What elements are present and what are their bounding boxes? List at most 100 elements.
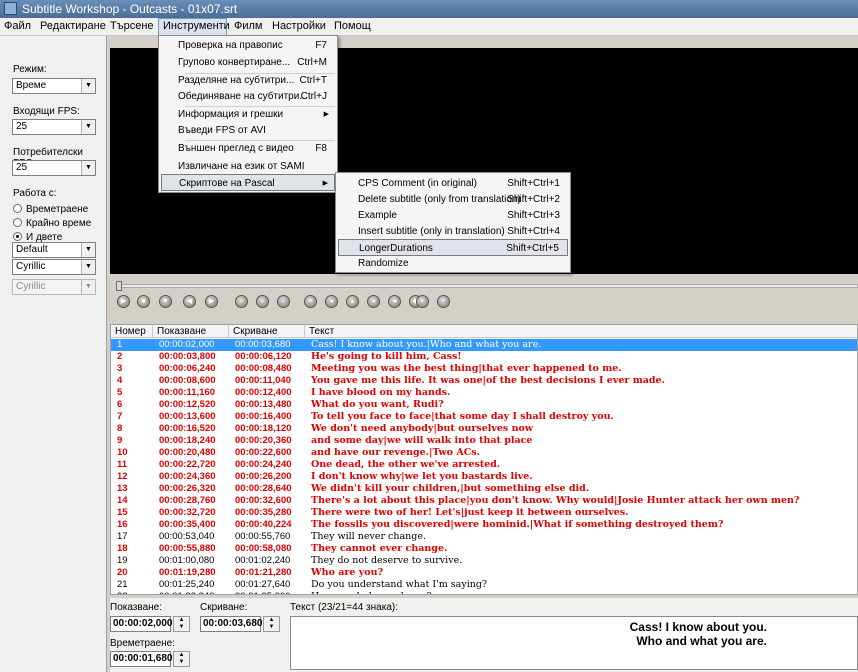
menu-item-fps-from-avi[interactable]: Въведи FPS от AVI	[161, 122, 335, 139]
table-row[interactable]: 6 00:00:12,520 00:00:13,480 What do you wan…	[111, 399, 857, 411]
table-row[interactable]: 19 00:01:00,080 00:01:02,240 They do not de…	[111, 555, 857, 567]
menu-item-sami-extract[interactable]: Извличане на език от SAMI	[161, 158, 335, 175]
mode-combo[interactable]: Време ▼	[12, 78, 96, 94]
table-row[interactable]: 8 00:00:16,520 00:00:18,120 We don't need a…	[111, 423, 857, 435]
table-row[interactable]: 9 00:00:18,240 00:00:20,360 and some day|we…	[111, 435, 857, 447]
radio-end-time[interactable]: Крайно време	[13, 218, 91, 229]
table-row[interactable]: 22 00:01:32,840 00:01:35,000 How much do yo…	[111, 591, 857, 594]
col-show[interactable]: Показване	[153, 325, 229, 338]
row-hide-time: 00:00:28,640	[235, 483, 292, 494]
table-row[interactable]: 12 00:00:24,360 00:00:26,200 I don't know w…	[111, 471, 857, 483]
duration-input[interactable]: 00:00:01,680	[110, 651, 173, 667]
sync-icon[interactable]: •	[437, 295, 450, 308]
show-time-input[interactable]: 00:00:02,000	[110, 616, 173, 632]
radio-duration-label: Времетраене	[26, 204, 89, 215]
rewind-icon[interactable]: «	[235, 295, 248, 308]
step-down-icon[interactable]: ▼	[159, 295, 172, 308]
fast-forward-icon[interactable]: »	[256, 295, 269, 308]
set-end-icon[interactable]: ◂	[388, 295, 401, 308]
start-subtitle-icon[interactable]: ◂	[325, 295, 338, 308]
stop-icon[interactable]: ■	[137, 295, 150, 308]
input-fps-combo[interactable]: 25 ▼	[12, 119, 96, 135]
back-icon[interactable]: ◀	[183, 295, 196, 308]
user-fps-value: 25	[16, 162, 28, 173]
menu-file[interactable]: Файл	[0, 18, 35, 36]
user-fps-combo[interactable]: 25 ▼	[12, 160, 96, 176]
script-randomize[interactable]: Randomize	[338, 255, 568, 272]
menu-item-external-preview[interactable]: Външен преглед с видео F8	[161, 140, 335, 157]
row-show-time: 00:00:35,400	[159, 519, 216, 530]
show-spin[interactable]: ▲ ▼	[173, 616, 190, 632]
table-row[interactable]: 16 00:00:35,400 00:00:40,224 The fossils yo…	[111, 519, 857, 531]
forward-icon[interactable]: ▶	[205, 295, 218, 308]
col-hide[interactable]: Скриване	[229, 325, 305, 338]
subtitle-grid[interactable]: Номер Показване Скриване Текст 1 00:00:02…	[110, 324, 858, 595]
table-row[interactable]: 11 00:00:22,720 00:00:24,240 One dead, the …	[111, 459, 857, 471]
play-icon[interactable]: ▶	[117, 295, 130, 308]
set-start-icon[interactable]: ◂	[367, 295, 380, 308]
menu-settings[interactable]: Настройки	[268, 18, 330, 36]
row-hide-time: 00:00:11,040	[235, 375, 291, 386]
row-show-time: 00:00:02,000	[159, 339, 215, 350]
duration-spin[interactable]: ▲ ▼	[173, 651, 190, 667]
chevron-down-icon: ▼	[81, 243, 95, 257]
menu-tools[interactable]: Инструменти	[158, 18, 230, 36]
table-row[interactable]: 10 00:00:20,480 00:00:22,600 and have our r…	[111, 447, 857, 459]
table-row[interactable]: 4 00:00:08,600 00:00:11,040 You gave me thi…	[111, 375, 857, 387]
table-row[interactable]: 13 00:00:26,320 00:00:28,640 We didn't kill…	[111, 483, 857, 495]
row-show-time: 00:01:00,080	[159, 555, 215, 566]
table-row[interactable]: 14 00:00:28,760 00:00:32,600 There's a lot …	[111, 495, 857, 507]
edit-panel: Показване: 00:00:02,000 ▲ ▼ Скриване: 00:…	[110, 598, 858, 672]
row-show-time: 00:01:25,240	[159, 579, 215, 590]
col-text[interactable]: Текст	[305, 325, 857, 338]
table-row[interactable]: 17 00:00:53,040 00:00:55,760 They will neve…	[111, 531, 857, 543]
table-row[interactable]: 1 00:00:02,000 00:00:03,680 Cass! I know ab…	[111, 339, 857, 351]
next-frame-icon[interactable]: ›	[277, 295, 290, 308]
sync-icon[interactable]: •	[416, 295, 429, 308]
table-row[interactable]: 5 00:00:11,160 00:00:12,400 I have blood on…	[111, 387, 857, 399]
row-hide-time: 00:00:26,200	[235, 471, 292, 482]
seek-bar[interactable]	[116, 281, 858, 291]
charset-value: Cyrillic	[16, 261, 46, 272]
table-row[interactable]: 15 00:00:32,720 00:00:35,280 There were two…	[111, 507, 857, 519]
row-text: They do not deserve to survive.	[311, 555, 463, 566]
table-row[interactable]: 3 00:00:06,240 00:00:08,480 Meeting you was…	[111, 363, 857, 375]
chevron-down-icon: ▼	[81, 260, 95, 274]
menu-item-pascal-scripts[interactable]: Скриптове на Pascal ▶	[161, 174, 335, 191]
menu-help[interactable]: Помощ	[330, 18, 375, 36]
script-cps-comment[interactable]: CPS Comment (in original) Shift+Ctrl+1	[338, 175, 568, 192]
table-row[interactable]: 7 00:00:13,600 00:00:16,400 To tell you fac…	[111, 411, 857, 423]
menu-search[interactable]: Търсене	[106, 18, 158, 36]
menu-edit[interactable]: Редактиране	[36, 18, 110, 36]
script-delete-subtitle[interactable]: Delete subtitle (only from translation) S…	[338, 191, 568, 208]
radio-duration[interactable]: Времетраене	[13, 204, 88, 215]
row-number: 16	[117, 519, 128, 530]
table-row[interactable]: 18 00:00:55,880 00:00:58,080 They cannot ev…	[111, 543, 857, 555]
menu-item-split[interactable]: Разделяне на субтитри... Ctrl+T	[161, 72, 335, 89]
subtitle-text-box[interactable]: Cass! I know about you. Who and what you…	[290, 616, 858, 670]
hide-spin[interactable]: ▲ ▼	[263, 616, 280, 632]
script-insert-subtitle[interactable]: Insert subtitle (only in translation) Shi…	[338, 223, 568, 240]
table-row[interactable]: 20 00:01:19,280 00:01:21,280 Who are you?	[111, 567, 857, 579]
table-row[interactable]: 21 00:01:25,240 00:01:27,640 Do you underst…	[111, 579, 857, 591]
script-example[interactable]: Example Shift+Ctrl+3	[338, 207, 568, 224]
end-subtitle-icon[interactable]: ▴	[346, 295, 359, 308]
set-times-icon[interactable]: ≡	[304, 295, 317, 308]
row-text: We don't need anybody|but ourselves now	[311, 423, 533, 434]
script-longer-durations[interactable]: LongerDurations Shift+Ctrl+5	[338, 239, 568, 256]
style-combo[interactable]: Default ▼	[12, 242, 96, 258]
menu-item-batch-convert[interactable]: Групово конвертиране... Ctrl+M	[161, 54, 335, 71]
row-show-time: 00:00:53,040	[159, 531, 215, 542]
menu-movie[interactable]: Филм	[230, 18, 267, 36]
seek-thumb[interactable]	[116, 281, 122, 291]
show-label: Показване:	[110, 602, 163, 613]
col-number[interactable]: Номер	[111, 325, 153, 338]
row-number: 21	[117, 579, 128, 590]
charset-combo[interactable]: Cyrillic ▼	[12, 259, 96, 275]
menu-item-spellcheck[interactable]: Проверка на правопис F7	[161, 37, 335, 54]
row-number: 9	[117, 435, 123, 446]
hide-time-input[interactable]: 00:00:03,680	[200, 616, 263, 632]
menu-item-info-errors[interactable]: Информация и грешки ▶	[161, 106, 335, 123]
menu-item-join[interactable]: Обединяване на субтитри... Ctrl+J	[161, 88, 335, 105]
table-row[interactable]: 2 00:00:03,800 00:00:06,120 He's going to k…	[111, 351, 857, 363]
